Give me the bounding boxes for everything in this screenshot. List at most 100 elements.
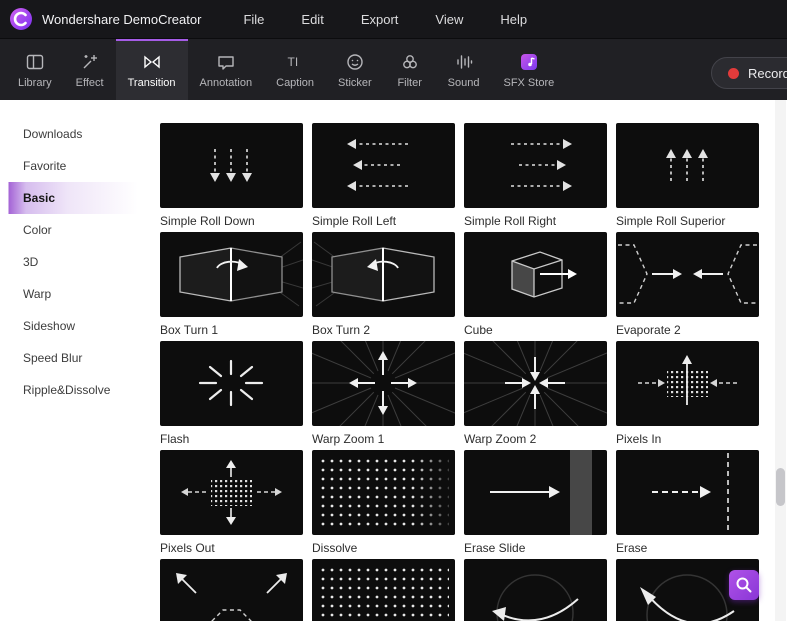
sfx-store-icon	[519, 52, 539, 72]
tile-cube: Cube	[464, 232, 607, 341]
tile-warp-zoom-2: Warp Zoom 2	[464, 341, 607, 450]
sidebar-item-speed-blur[interactable]: Speed Blur	[0, 342, 150, 374]
menu-item-view[interactable]: View	[435, 12, 463, 27]
tab-sticker[interactable]: Sticker	[326, 39, 384, 100]
simple-roll-down-icon[interactable]	[160, 123, 303, 208]
transition-icon	[142, 52, 162, 72]
tile-erase-slide: Erase Slide	[464, 450, 607, 559]
toolbar: Library Effect Transition Annotation TI …	[0, 38, 787, 100]
erase-icon[interactable]	[616, 450, 759, 535]
tile-simple-roll-left: Simple Roll Left	[312, 123, 455, 232]
tile-pixels-out: Pixels Out	[160, 450, 303, 559]
tab-library[interactable]: Library	[6, 39, 64, 100]
tab-label: Annotation	[199, 77, 253, 89]
dissolve-icon[interactable]	[312, 450, 455, 535]
tile-erase: Erase	[616, 450, 759, 559]
tile-simple-roll-down: Simple Roll Down	[160, 123, 303, 232]
tab-label: Transition	[127, 77, 176, 89]
sidebar-item-basic[interactable]: Basic	[0, 182, 150, 214]
tile-label: Box Turn 2	[312, 323, 371, 337]
menu-item-edit[interactable]: Edit	[301, 12, 323, 27]
effect-icon	[80, 52, 100, 72]
sound-icon	[454, 52, 474, 72]
simple-roll-left-icon[interactable]	[312, 123, 455, 208]
flash-icon[interactable]	[160, 341, 303, 426]
tile-box-turn-1: Box Turn 1	[160, 232, 303, 341]
menu-item-export[interactable]: Export	[361, 12, 399, 27]
tab-sfx-store[interactable]: SFX Store	[491, 39, 566, 100]
record-button[interactable]: Record	[711, 57, 787, 89]
box-turn-2-icon[interactable]	[312, 232, 455, 317]
scrollbar[interactable]	[775, 100, 786, 621]
menu-item-help[interactable]: Help	[500, 12, 527, 27]
tile-label: Erase Slide	[464, 541, 526, 555]
tile-pixels-in: Pixels In	[616, 341, 759, 450]
sidebar-item-warp[interactable]: Warp	[0, 278, 150, 310]
pixels-in-icon[interactable]	[616, 341, 759, 426]
tile-label: Warp Zoom 1	[312, 432, 385, 446]
tile-warp-zoom-1: Warp Zoom 1	[312, 341, 455, 450]
erase-slide-icon[interactable]	[464, 450, 607, 535]
tile-row5-1	[160, 559, 303, 621]
tile-label: Simple Roll Superior	[616, 214, 726, 228]
search-button[interactable]	[729, 570, 759, 600]
sidebar-item-downloads[interactable]: Downloads	[0, 118, 150, 150]
tab-caption[interactable]: TI Caption	[264, 39, 326, 100]
tile-row5-2	[312, 559, 455, 621]
warp-zoom-2-icon[interactable]	[464, 341, 607, 426]
record-button-label: Record	[748, 65, 787, 81]
record-dot-icon	[728, 67, 739, 79]
title-bar: Wondershare DemoCreator File Edit Export…	[0, 0, 787, 38]
tile-label: Simple Roll Down	[160, 214, 255, 228]
tile-dissolve: Dissolve	[312, 450, 455, 559]
tab-annotation[interactable]: Annotation	[188, 39, 265, 100]
scrollbar-thumb[interactable]	[776, 468, 785, 506]
tab-effect[interactable]: Effect	[64, 39, 116, 100]
democreator-logo-icon	[9, 7, 33, 31]
tile-label: Dissolve	[312, 541, 358, 555]
tile-flash: Flash	[160, 341, 303, 450]
tab-label: Sound	[447, 77, 480, 89]
transition-grid: Simple Roll Down Simple Roll Left Simple…	[160, 123, 759, 621]
tile-row5-3	[464, 559, 607, 621]
svg-text:TI: TI	[288, 55, 299, 69]
tile-label: Evaporate 2	[616, 323, 681, 337]
pixels-out-icon[interactable]	[160, 450, 303, 535]
tab-transition[interactable]: Transition	[115, 39, 188, 100]
evaporate-2-icon[interactable]	[616, 232, 759, 317]
app-title: Wondershare DemoCreator	[42, 11, 202, 27]
tab-label: Filter	[397, 77, 422, 89]
tab-label: Sticker	[338, 77, 372, 89]
simple-roll-superior-icon[interactable]	[616, 123, 759, 208]
warp-zoom-1-icon[interactable]	[312, 341, 455, 426]
cube-icon[interactable]	[464, 232, 607, 317]
sidebar-item-ripple-dissolve[interactable]: Ripple&Dissolve	[0, 374, 150, 406]
tile-label: Simple Roll Right	[464, 214, 557, 228]
menu-bar: File Edit Export View Help	[243, 12, 527, 27]
tile-box-turn-2: Box Turn 2	[312, 232, 455, 341]
zoom-corners-icon[interactable]	[160, 559, 303, 621]
sidebar-item-sideshow[interactable]: Sideshow	[0, 310, 150, 342]
tile-label: Warp Zoom 2	[464, 432, 537, 446]
sphere-rotate-icon[interactable]	[464, 559, 607, 621]
tile-simple-roll-right: Simple Roll Right	[464, 123, 607, 232]
tile-evaporate-2: Evaporate 2	[616, 232, 759, 341]
tab-label: Effect	[75, 77, 104, 89]
box-turn-1-icon[interactable]	[160, 232, 303, 317]
tile-label: Pixels Out	[160, 541, 215, 555]
sidebar-item-3d[interactable]: 3D	[0, 246, 150, 278]
tile-label: Pixels In	[616, 432, 662, 446]
sidebar-item-favorite[interactable]: Favorite	[0, 150, 150, 182]
simple-roll-right-icon[interactable]	[464, 123, 607, 208]
dissolve-dots-icon[interactable]	[312, 559, 455, 621]
tile-label: Cube	[464, 323, 493, 337]
menu-item-file[interactable]: File	[243, 12, 264, 27]
tile-simple-roll-superior: Simple Roll Superior	[616, 123, 759, 232]
tile-label: Simple Roll Left	[312, 214, 397, 228]
tab-filter[interactable]: Filter	[384, 39, 436, 100]
tab-sound[interactable]: Sound	[436, 39, 492, 100]
annotation-icon	[216, 52, 236, 72]
content-area: Downloads Favorite Basic Color 3D Warp S…	[0, 100, 787, 621]
library-icon	[25, 52, 45, 72]
sidebar-item-color[interactable]: Color	[0, 214, 150, 246]
